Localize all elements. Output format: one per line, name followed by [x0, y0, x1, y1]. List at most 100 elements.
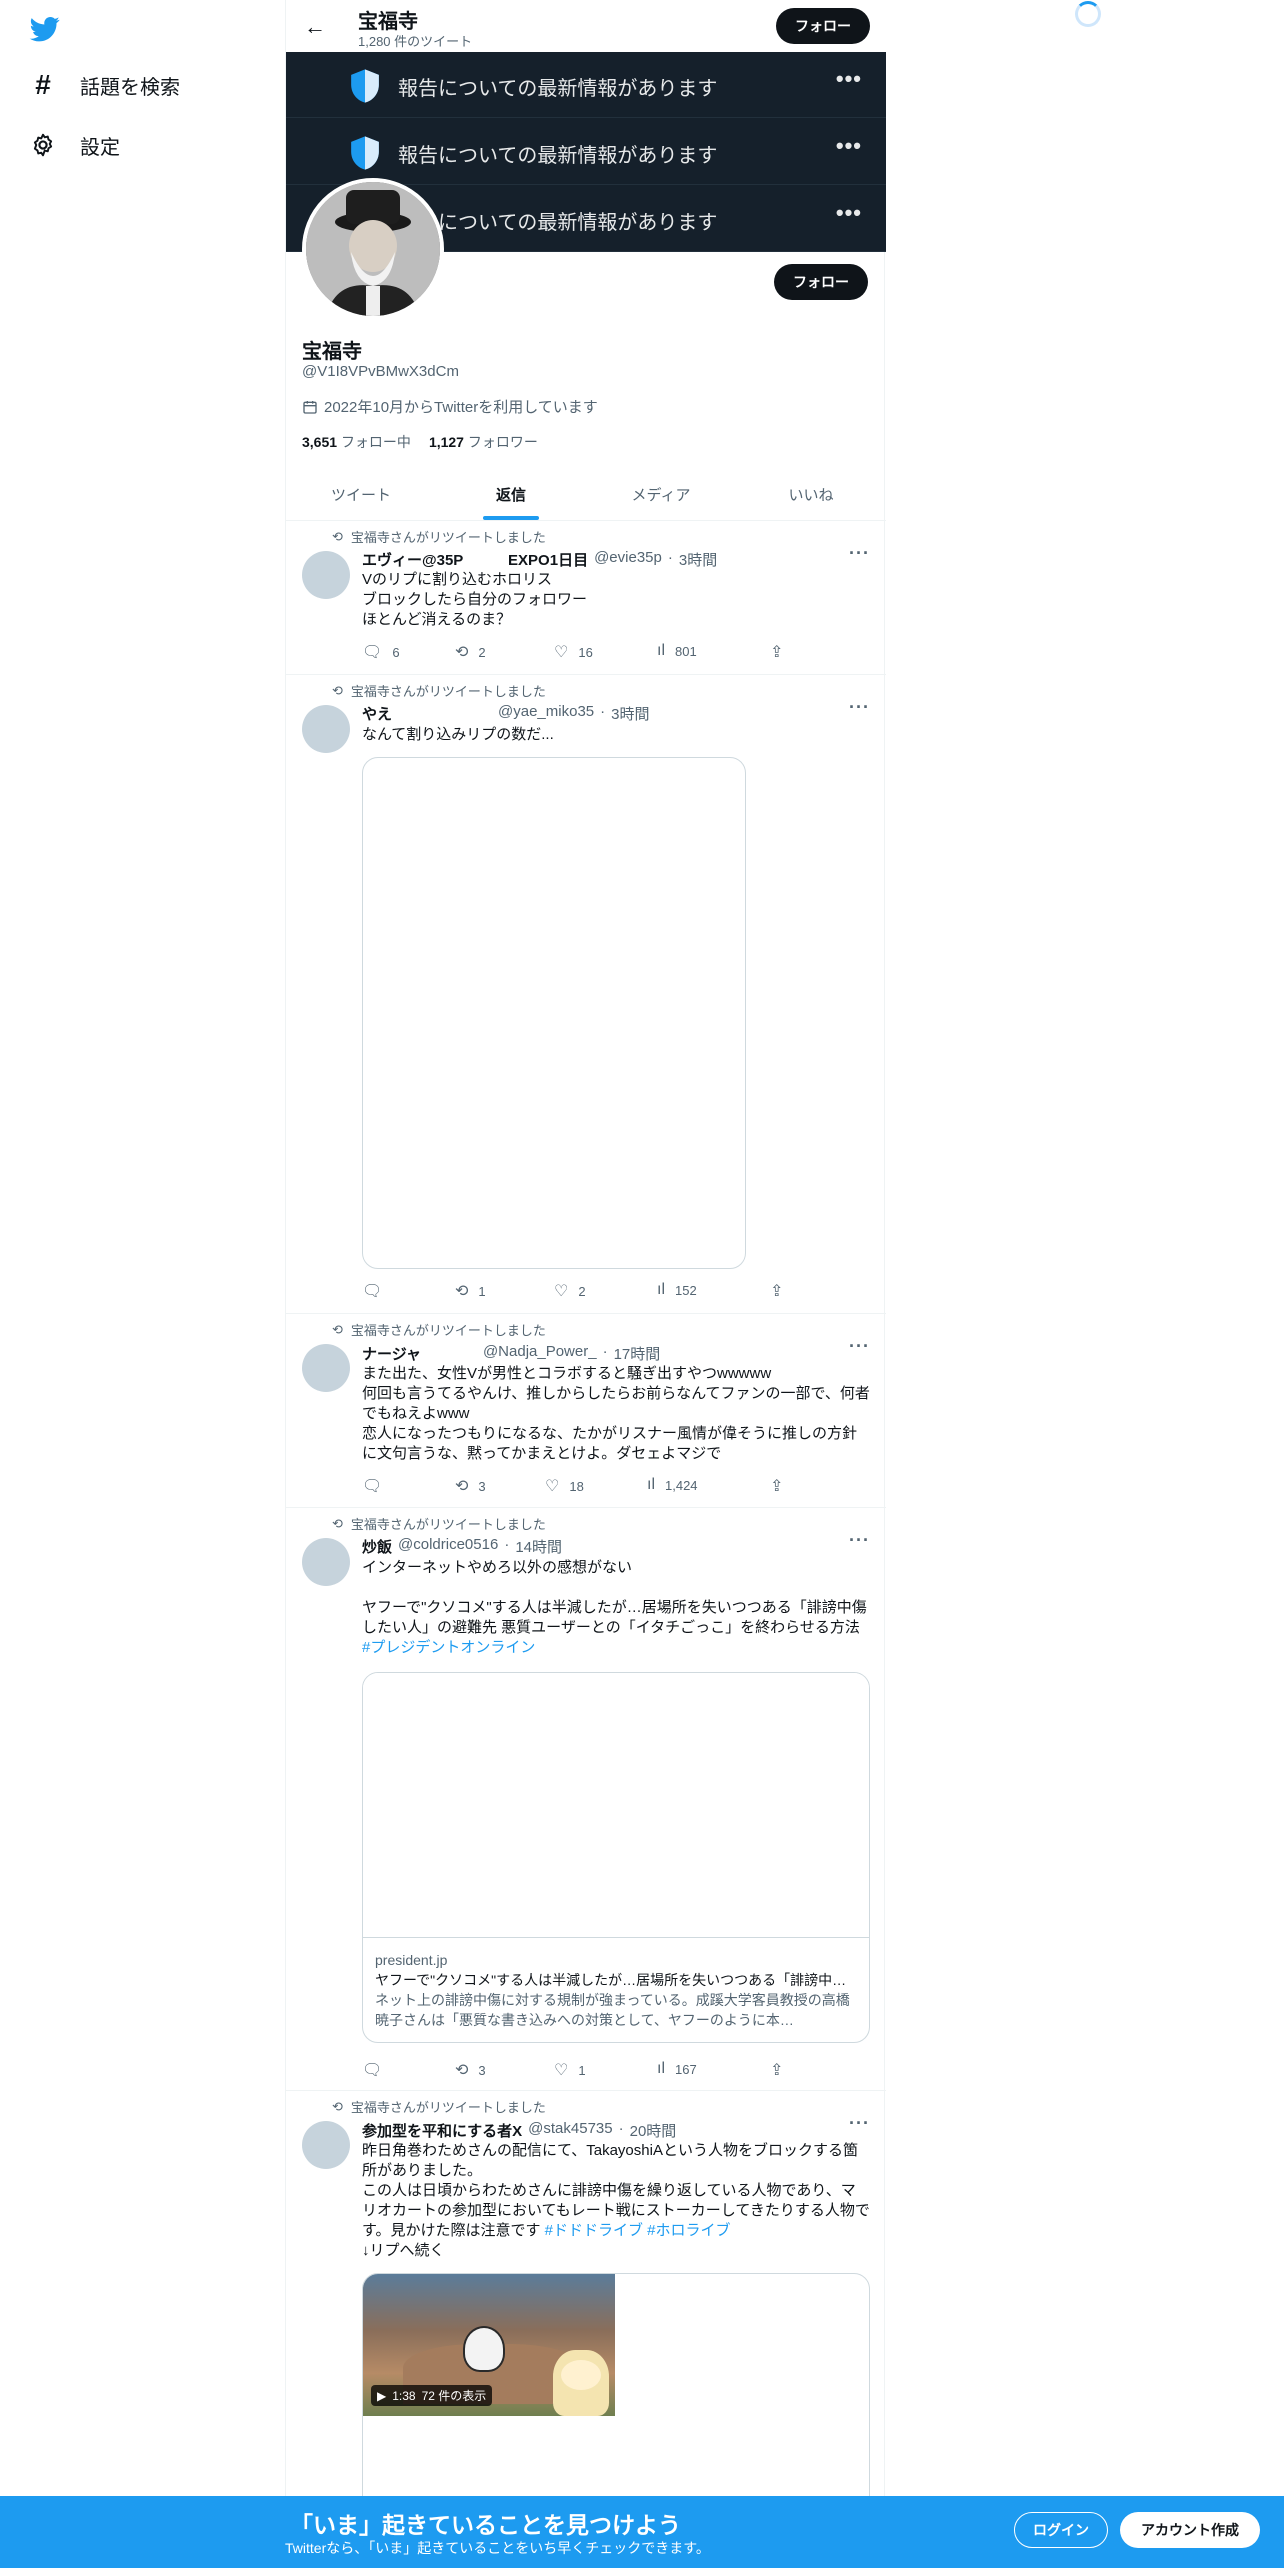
- reply-button[interactable]: 🗨: [362, 1476, 392, 1496]
- avatar[interactable]: [302, 705, 350, 753]
- more-icon[interactable]: ···: [849, 2113, 870, 2134]
- tweet[interactable]: ⟲ 宝福寺さんがリツイートしました 炒飯 @coldrice0516 · 14時間…: [286, 1508, 886, 2091]
- more-icon[interactable]: ···: [849, 1530, 870, 1551]
- more-icon[interactable]: •••: [836, 66, 862, 92]
- retweet-indicator: ⟲ 宝福寺さんがリツイートしました: [332, 1514, 546, 1533]
- topbar-tweet-count: 1,280 件のツイート: [358, 34, 473, 49]
- tweet-header: ナージャ @Nadja_Power_ · 17時間: [362, 1343, 661, 1364]
- retweet-icon: ⟲: [455, 1283, 469, 1300]
- reply-button[interactable]: 🗨: [362, 2060, 392, 2080]
- avatar[interactable]: [302, 1538, 350, 1586]
- following-link[interactable]: 3,651 フォロー中: [302, 432, 411, 452]
- topbar-follow-button[interactable]: フォロー: [776, 8, 870, 44]
- tweet-time[interactable]: 17時間: [614, 1343, 661, 1364]
- profile-avatar[interactable]: [302, 178, 444, 320]
- twitter-logo-icon[interactable]: [28, 14, 62, 44]
- more-icon[interactable]: ···: [849, 1336, 870, 1357]
- tweet-time[interactable]: 3時間: [679, 549, 717, 570]
- tweet-video[interactable]: ▶ 1:38 72 件の表示: [362, 2273, 870, 2533]
- tweet-author-handle[interactable]: @Nadja_Power_: [483, 1343, 597, 1364]
- tweet-time[interactable]: 14時間: [515, 1536, 562, 1557]
- video-views: 72 件の表示: [421, 2389, 487, 2403]
- tweet-text: Vのリプに割り込むホロリス ブロックしたら自分のフォロワー ほとんど消えるのま？: [362, 571, 588, 628]
- retweet-label: 宝福寺さんがリツイートしました: [350, 684, 546, 699]
- nav-explore-label: 話題を検索: [80, 76, 180, 99]
- share-button[interactable]: ⇪: [770, 642, 783, 662]
- avatar[interactable]: [302, 1344, 350, 1392]
- retweet-button[interactable]: ⟲ 3: [455, 1476, 486, 1496]
- hashtag-link[interactable]: #プレジデントオンライン: [362, 1639, 535, 1656]
- avatar[interactable]: [302, 2121, 350, 2169]
- video-thumbnail[interactable]: ▶ 1:38 72 件の表示: [363, 2274, 615, 2416]
- tweet-media[interactable]: [362, 757, 746, 1269]
- like-button[interactable]: ♡ 2: [554, 1281, 586, 1301]
- retweet-button[interactable]: ⟲ 2: [455, 642, 486, 662]
- views-button[interactable]: ıl 152: [657, 1281, 697, 1299]
- tweet-header: やえ @yae_miko35 · 3時間: [362, 703, 650, 724]
- followers-label: フォロワー: [467, 434, 538, 450]
- analytics-icon: ıl: [657, 642, 665, 659]
- profile-tabs: ツイート 返信 メディア いいね: [286, 468, 886, 521]
- tweet-author-name[interactable]: やえ: [362, 703, 392, 724]
- more-icon[interactable]: •••: [836, 133, 862, 159]
- report-notice[interactable]: 報告についての最新情報があります •••: [286, 119, 886, 185]
- more-icon[interactable]: •••: [836, 200, 862, 226]
- like-button[interactable]: ♡ 18: [545, 1476, 584, 1496]
- nav-explore[interactable]: # 話題を検索: [28, 69, 180, 100]
- tweet-author-handle[interactable]: @evie35p: [594, 549, 662, 570]
- tab-likes[interactable]: いいね: [736, 468, 886, 520]
- tweet-author-name[interactable]: エヴィー@35P EXPO1日目: [362, 549, 588, 570]
- report-notice-text: 報告についての最新情報があります: [398, 78, 718, 100]
- followers-link[interactable]: 1,127 フォロワー: [429, 432, 538, 452]
- tweet-author-name[interactable]: 炒飯: [362, 1536, 392, 1557]
- bottom-bar-title: 「いま」起きていることを見つけよう: [290, 2512, 681, 2538]
- tweet-author-handle[interactable]: @coldrice0516: [398, 1536, 498, 1557]
- reply-button[interactable]: 🗨 6: [362, 642, 400, 662]
- heart-icon: ♡: [554, 2062, 569, 2079]
- tweet-actions: 🗨 ⟲ 3 ♡ 18 ıl 1,424 ⇪: [362, 1476, 802, 1496]
- more-icon[interactable]: ···: [849, 543, 870, 564]
- signup-button[interactable]: アカウント作成: [1120, 2512, 1260, 2548]
- tweet-time[interactable]: 20時間: [630, 2120, 677, 2141]
- tweet[interactable]: ⟲ 宝福寺さんがリツイートしました エヴィー@35P EXPO1日目 @evie3…: [286, 521, 886, 675]
- back-arrow-icon[interactable]: ←: [300, 12, 330, 42]
- retweet-button[interactable]: ⟲ 3: [455, 2060, 486, 2080]
- views-button[interactable]: ıl 167: [657, 2060, 697, 2078]
- report-notice[interactable]: 報告についての最新情報があります •••: [286, 52, 886, 118]
- analytics-icon: ıl: [647, 1476, 655, 1493]
- tweet-author-handle[interactable]: @yae_miko35: [498, 703, 594, 724]
- followers-count: 1,127: [428, 434, 464, 450]
- retweet-button[interactable]: ⟲ 1: [455, 1281, 486, 1301]
- tab-replies[interactable]: 返信: [436, 468, 586, 520]
- views-button[interactable]: ıl 1,424: [647, 1476, 698, 1494]
- retweet-icon: ⟲: [332, 528, 343, 544]
- nav-settings[interactable]: 設定: [28, 130, 120, 160]
- tweet[interactable]: ⟲ 宝福寺さんがリツイートしました やえ @yae_miko35 · 3時間 ··…: [286, 675, 886, 1314]
- profile-joined-text: 2022年10月からTwitterを利用しています: [324, 399, 598, 416]
- bottom-bar-subtitle: Twitterなら、「いま」起きていることをいち早くチェックできます。: [285, 2540, 710, 2556]
- share-button[interactable]: ⇪: [770, 1281, 783, 1301]
- tweet[interactable]: ⟲ 宝福寺さんがリツイートしました ナージャ @Nadja_Power_ · 17…: [286, 1314, 886, 1508]
- like-button[interactable]: ♡ 16: [554, 642, 593, 662]
- tweet-time[interactable]: 3時間: [611, 703, 649, 724]
- link-card[interactable]: president.jp ヤフーで"クソコメ"する人は半減したが…居場所を失いつ…: [362, 1672, 870, 2043]
- tab-tweets[interactable]: ツイート: [286, 468, 436, 520]
- more-icon[interactable]: ···: [849, 697, 870, 718]
- video-duration: 1:38: [392, 2388, 416, 2403]
- signup-bottom-bar: 「いま」起きていることを見つけよう Twitterなら、「いま」起きていることを…: [0, 2496, 1284, 2568]
- like-button[interactable]: ♡ 1: [554, 2060, 586, 2080]
- tweet-author-name[interactable]: ナージャ: [362, 1343, 421, 1364]
- share-button[interactable]: ⇪: [770, 2060, 783, 2080]
- reply-button[interactable]: 🗨: [362, 1281, 392, 1301]
- avatar[interactable]: [302, 551, 350, 599]
- topbar-name: 宝福寺: [358, 11, 418, 33]
- hashtag-link[interactable]: #ドドドライブ #ホロライブ: [545, 2222, 731, 2239]
- views-button[interactable]: ıl 801: [657, 642, 697, 660]
- share-button[interactable]: ⇪: [770, 1476, 783, 1496]
- tweet-author-name[interactable]: 参加型を平和にする者X: [362, 2120, 522, 2141]
- profile-follow-button[interactable]: フォロー: [774, 264, 868, 300]
- tweet-author-handle[interactable]: @stak45735: [528, 2120, 612, 2141]
- login-button[interactable]: ログイン: [1014, 2512, 1108, 2548]
- tab-media[interactable]: メディア: [586, 468, 736, 520]
- retweet-icon: ⟲: [332, 1515, 343, 1531]
